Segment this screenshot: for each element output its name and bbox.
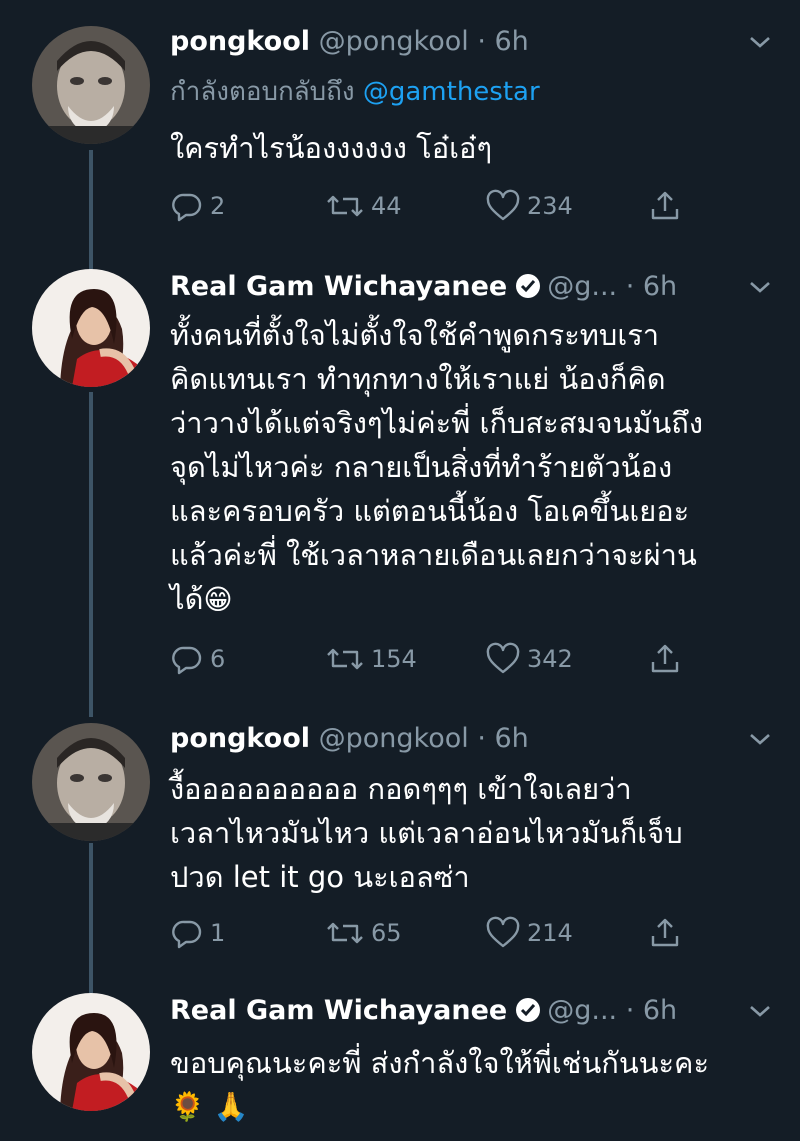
reply-count: 1 <box>210 919 226 947</box>
user-handle[interactable]: @g... <box>547 995 617 1026</box>
tweet-text: งื้ออออออออออ กอดๆๆๆ เข้าใจเลยว่า เวลาไห… <box>170 772 683 894</box>
share-icon <box>651 191 679 220</box>
chevron-down-icon[interactable] <box>748 279 772 295</box>
chevron-down-icon[interactable] <box>748 34 772 50</box>
tweet-header: pongkool @pongkool · 6h <box>170 719 740 759</box>
display-name[interactable]: Real Gam Wichayanee <box>170 271 507 302</box>
share-button[interactable] <box>648 639 688 679</box>
sunflower-pray-emoji-icon: 🌻 🙏 <box>170 1090 249 1123</box>
tweet-actions: 2 44 234 <box>170 186 700 226</box>
tweet-actions: 1 65 214 <box>170 913 700 953</box>
retweet-button[interactable]: 154 <box>325 639 417 679</box>
reply-icon <box>172 193 202 222</box>
retweet-icon <box>327 922 363 944</box>
display-name[interactable]: Real Gam Wichayanee <box>170 995 507 1026</box>
verified-badge-icon <box>516 998 541 1022</box>
retweet-button[interactable]: 44 <box>325 186 402 226</box>
retweet-count: 154 <box>371 645 417 673</box>
share-button[interactable] <box>648 913 688 953</box>
tweet-header: Real Gam Wichayanee @g... · 6h <box>170 267 740 307</box>
tweet-text: ทั้งคนที่ตั้งใจไม่ตั้งใจใช้คำพูดกระทบเรา… <box>170 313 780 622</box>
share-button[interactable] <box>648 186 688 226</box>
reply-count: 6 <box>210 645 226 673</box>
reply-icon <box>172 920 202 949</box>
like-icon <box>486 189 520 221</box>
like-icon <box>486 916 520 948</box>
display-name[interactable]: pongkool <box>170 26 310 57</box>
like-count: 342 <box>527 645 573 673</box>
reply-count: 2 <box>210 192 226 220</box>
like-icon <box>486 642 520 674</box>
timestamp[interactable]: · 6h <box>626 271 677 302</box>
reply-button[interactable]: 1 <box>170 913 225 953</box>
tweet-text-content: ทั้งคนที่ตั้งใจไม่ตั้งใจใช้คำพูดกระทบเรา… <box>170 318 704 616</box>
retweet-count: 65 <box>371 919 402 947</box>
retweet-button[interactable]: 65 <box>325 913 402 953</box>
user-handle[interactable]: @pongkool <box>319 723 469 754</box>
grin-emoji-icon: 😁 <box>203 583 233 616</box>
like-button[interactable]: 214 <box>485 913 573 953</box>
tweet[interactable]: pongkool @pongkool · 6h งื้ออออออออออ กอ… <box>0 715 800 980</box>
share-icon <box>651 644 679 673</box>
reply-prefix: กำลังตอบกลับถึง <box>170 77 355 107</box>
tweet-header: pongkool @pongkool · 6h <box>170 22 740 62</box>
tweet-text: ใครทำไรน้องงงงงง โอ๋เอ๋ๆ <box>170 131 493 165</box>
reply-icon <box>172 646 202 675</box>
tweet-header: Real Gam Wichayanee @g... · 6h <box>170 991 740 1031</box>
tweet[interactable]: Real Gam Wichayanee @g... · 6h ทั้งคนที่ต… <box>0 255 800 710</box>
avatar[interactable] <box>32 993 150 1111</box>
avatar[interactable] <box>32 26 150 144</box>
avatar[interactable] <box>32 723 150 841</box>
retweet-count: 44 <box>371 192 402 220</box>
tweet-actions: 6 154 342 <box>170 639 700 679</box>
chevron-down-icon[interactable] <box>748 1003 772 1019</box>
like-count: 214 <box>527 919 573 947</box>
user-handle[interactable]: @g... <box>547 271 617 302</box>
retweet-icon <box>327 648 363 670</box>
verified-badge-icon <box>516 274 541 298</box>
share-icon <box>651 918 679 947</box>
timestamp[interactable]: · 6h <box>626 995 677 1026</box>
reply-button[interactable]: 6 <box>170 639 225 679</box>
reply-button[interactable]: 2 <box>170 186 225 226</box>
replying-to: กำลังตอบกลับถึง @gamthestar <box>170 72 540 112</box>
timestamp[interactable]: · 6h <box>477 723 528 754</box>
like-button[interactable]: 342 <box>485 639 573 679</box>
avatar[interactable] <box>32 269 150 387</box>
timestamp[interactable]: · 6h <box>477 26 528 57</box>
reply-mention[interactable]: @gamthestar <box>363 77 540 107</box>
like-count: 234 <box>527 192 573 220</box>
tweet[interactable]: Real Gam Wichayanee @g... · 6h ขอบคุณนะคะ… <box>0 985 800 1141</box>
chevron-down-icon[interactable] <box>748 731 772 747</box>
tweet-text: ขอบคุณนะคะพี่ ส่งกำลังใจให้พี่เช่นกันนะค… <box>170 1046 710 1080</box>
display-name[interactable]: pongkool <box>170 723 310 754</box>
retweet-icon <box>327 195 363 217</box>
tweet[interactable]: pongkool @pongkool · 6h กำลังตอบกลับถึง … <box>0 0 800 250</box>
user-handle[interactable]: @pongkool <box>319 26 469 57</box>
like-button[interactable]: 234 <box>485 186 573 226</box>
